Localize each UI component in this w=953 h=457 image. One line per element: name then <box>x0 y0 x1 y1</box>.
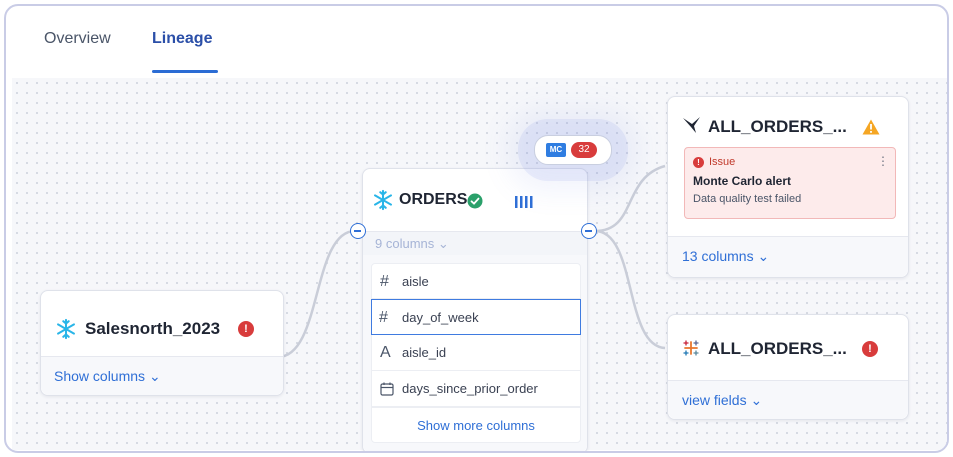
text-type-icon: A <box>380 344 391 361</box>
column-name: aisle_id <box>402 345 447 360</box>
node-footer: 13 columns ⌄ <box>668 236 908 277</box>
hash-icon: # <box>379 309 388 326</box>
collapse-upstream-button[interactable] <box>350 223 366 239</box>
warning-icon <box>862 119 880 140</box>
collapse-downstream-button[interactable] <box>581 223 597 239</box>
show-columns-link[interactable]: Show columns ⌄ <box>54 368 161 385</box>
column-bars-icon[interactable] <box>515 195 535 214</box>
chevron-down-icon: ⌄ <box>437 236 449 251</box>
error-icon: ! <box>693 157 704 168</box>
column-row-selected[interactable]: # day_of_week <box>371 299 581 335</box>
target-bottom-node[interactable]: ALL_ORDERS_... ! view fields ⌄ <box>667 314 909 420</box>
bird-icon <box>682 115 702 140</box>
lineage-canvas[interactable]: Salesnorth_2023 ! Show columns ⌄ ORDERS … <box>12 78 947 451</box>
columns-link[interactable]: 13 columns ⌄ <box>682 248 769 265</box>
active-tab-indicator <box>152 70 218 73</box>
chevron-down-icon: ⌄ <box>757 248 770 264</box>
column-list: # aisle # day_of_week A aisle_id days_si… <box>363 255 587 451</box>
hash-icon: # <box>380 273 389 290</box>
tab-bar: Overview Lineage <box>6 6 947 76</box>
node-footer: view fields ⌄ <box>668 380 908 419</box>
alert-title: Monte Carlo alert <box>693 174 792 188</box>
lineage-panel: Overview Lineage Salesnorth_2023 ! Show … <box>4 4 949 453</box>
error-icon: ! <box>862 341 878 357</box>
column-name: aisle <box>402 274 429 289</box>
column-row[interactable]: days_since_prior_order <box>371 371 581 407</box>
mc-logo: MC <box>546 143 566 157</box>
chevron-down-icon: ⌄ <box>750 392 763 408</box>
alert-type: Issue <box>709 156 736 168</box>
column-name: day_of_week <box>402 310 479 325</box>
edge-orders-to-target-bottom <box>594 229 666 350</box>
node-title: ALL_ORDERS_... <box>708 339 847 358</box>
column-row[interactable]: # aisle <box>371 263 581 299</box>
snowflake-icon <box>55 318 77 345</box>
columns-summary: 9 columns ⌄ <box>375 236 449 251</box>
column-name: days_since_prior_order <box>402 381 538 396</box>
verified-icon <box>467 193 483 214</box>
show-more-columns-button[interactable]: Show more columns <box>371 407 581 443</box>
calendar-icon <box>380 371 394 407</box>
edge-orders-to-target-top <box>594 164 666 233</box>
chevron-down-icon: ⌄ <box>148 368 161 384</box>
column-row[interactable]: A aisle_id <box>371 335 581 371</box>
monte-carlo-badge[interactable]: MC 32 <box>534 135 612 165</box>
target-top-node[interactable]: ALL_ORDERS_... ! Issue ⋮ Monte Carlo ale… <box>667 96 909 278</box>
snowflake-icon <box>372 189 394 216</box>
node-footer: Show columns ⌄ <box>41 356 283 395</box>
error-icon: ! <box>238 321 254 337</box>
tab-lineage[interactable]: Lineage <box>152 30 212 48</box>
alert-count-badge: 32 <box>571 142 597 158</box>
node-title: ORDERS <box>399 191 468 208</box>
alert-message: Data quality test failed <box>693 193 802 205</box>
orders-node[interactable]: ORDERS 9 columns ⌄ # aisle # day_of_week <box>362 168 588 451</box>
columns-summary-bar[interactable]: 9 columns ⌄ <box>363 231 587 256</box>
node-title: ALL_ORDERS_... <box>708 117 847 136</box>
edge-source-to-orders <box>277 229 356 359</box>
view-fields-link[interactable]: view fields ⌄ <box>682 392 762 409</box>
source-node[interactable]: Salesnorth_2023 ! Show columns ⌄ <box>40 290 284 396</box>
issue-alert[interactable]: ! Issue ⋮ Monte Carlo alert Data quality… <box>684 147 896 219</box>
more-options-icon[interactable]: ⋮ <box>877 154 889 168</box>
tab-overview[interactable]: Overview <box>44 30 111 48</box>
node-title: Salesnorth_2023 <box>85 319 221 338</box>
tableau-icon <box>682 339 700 362</box>
